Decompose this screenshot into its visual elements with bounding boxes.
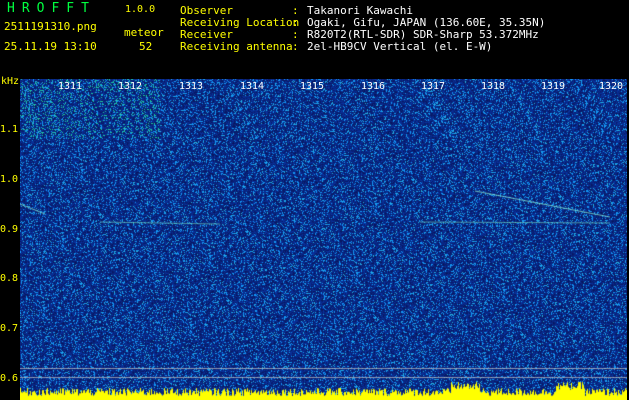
app-version: 1.0.0	[125, 4, 156, 15]
x-tick-label: 1316	[361, 81, 386, 92]
spectrogram-canvas	[20, 79, 627, 400]
x-tick-label: 1319	[541, 81, 566, 92]
mode-label: meteor	[124, 26, 164, 39]
x-tick-label: 1317	[421, 81, 446, 92]
y-tick-label: 0.7	[0, 323, 19, 334]
info-sep: :	[292, 16, 299, 29]
info-key-antenna: Receiving antenna	[180, 40, 293, 53]
x-tick-label: 1312	[118, 81, 143, 92]
info-sep: :	[292, 40, 299, 53]
x-tick-label: 1320	[599, 81, 624, 92]
y-tick-label: 0.9	[0, 224, 19, 235]
info-value-receiver: R820T2(RTL-SDR) SDR-Sharp 53.372MHz	[307, 28, 539, 41]
info-value-location: Ogaki, Gifu, JAPAN (136.60E, 35.35N)	[307, 16, 546, 29]
info-key-location: Receiving Location	[180, 16, 300, 29]
app-title: HROFFT	[7, 1, 96, 16]
info-sep: :	[292, 28, 299, 41]
y-axis-unit: kHz	[1, 76, 20, 87]
x-tick-label: 1313	[179, 81, 204, 92]
info-sep: :	[292, 4, 299, 17]
y-tick-label: 1.0	[0, 174, 19, 185]
hrofft-window: HROFFT 1.0.0 2511191310.png meteor 25.11…	[0, 0, 629, 400]
y-tick-label: 1.1	[0, 124, 19, 135]
file-datetime: 25.11.19 13:10	[4, 40, 97, 53]
info-value-observer: Takanori Kawachi	[307, 4, 413, 17]
info-value-antenna: 2el-HB9CV Vertical (el. E-W)	[307, 40, 493, 53]
x-tick-label: 1315	[300, 81, 325, 92]
info-key-observer: Observer	[180, 4, 233, 17]
x-tick-label: 1318	[481, 81, 506, 92]
meteor-count: 52	[139, 40, 153, 53]
y-tick-label: 0.6	[0, 373, 19, 384]
info-key-receiver: Receiver	[180, 28, 233, 41]
x-tick-label: 1314	[240, 81, 265, 92]
file-name: 2511191310.png	[4, 20, 97, 33]
y-tick-label: 0.8	[0, 273, 19, 284]
x-tick-label: 1311	[58, 81, 83, 92]
